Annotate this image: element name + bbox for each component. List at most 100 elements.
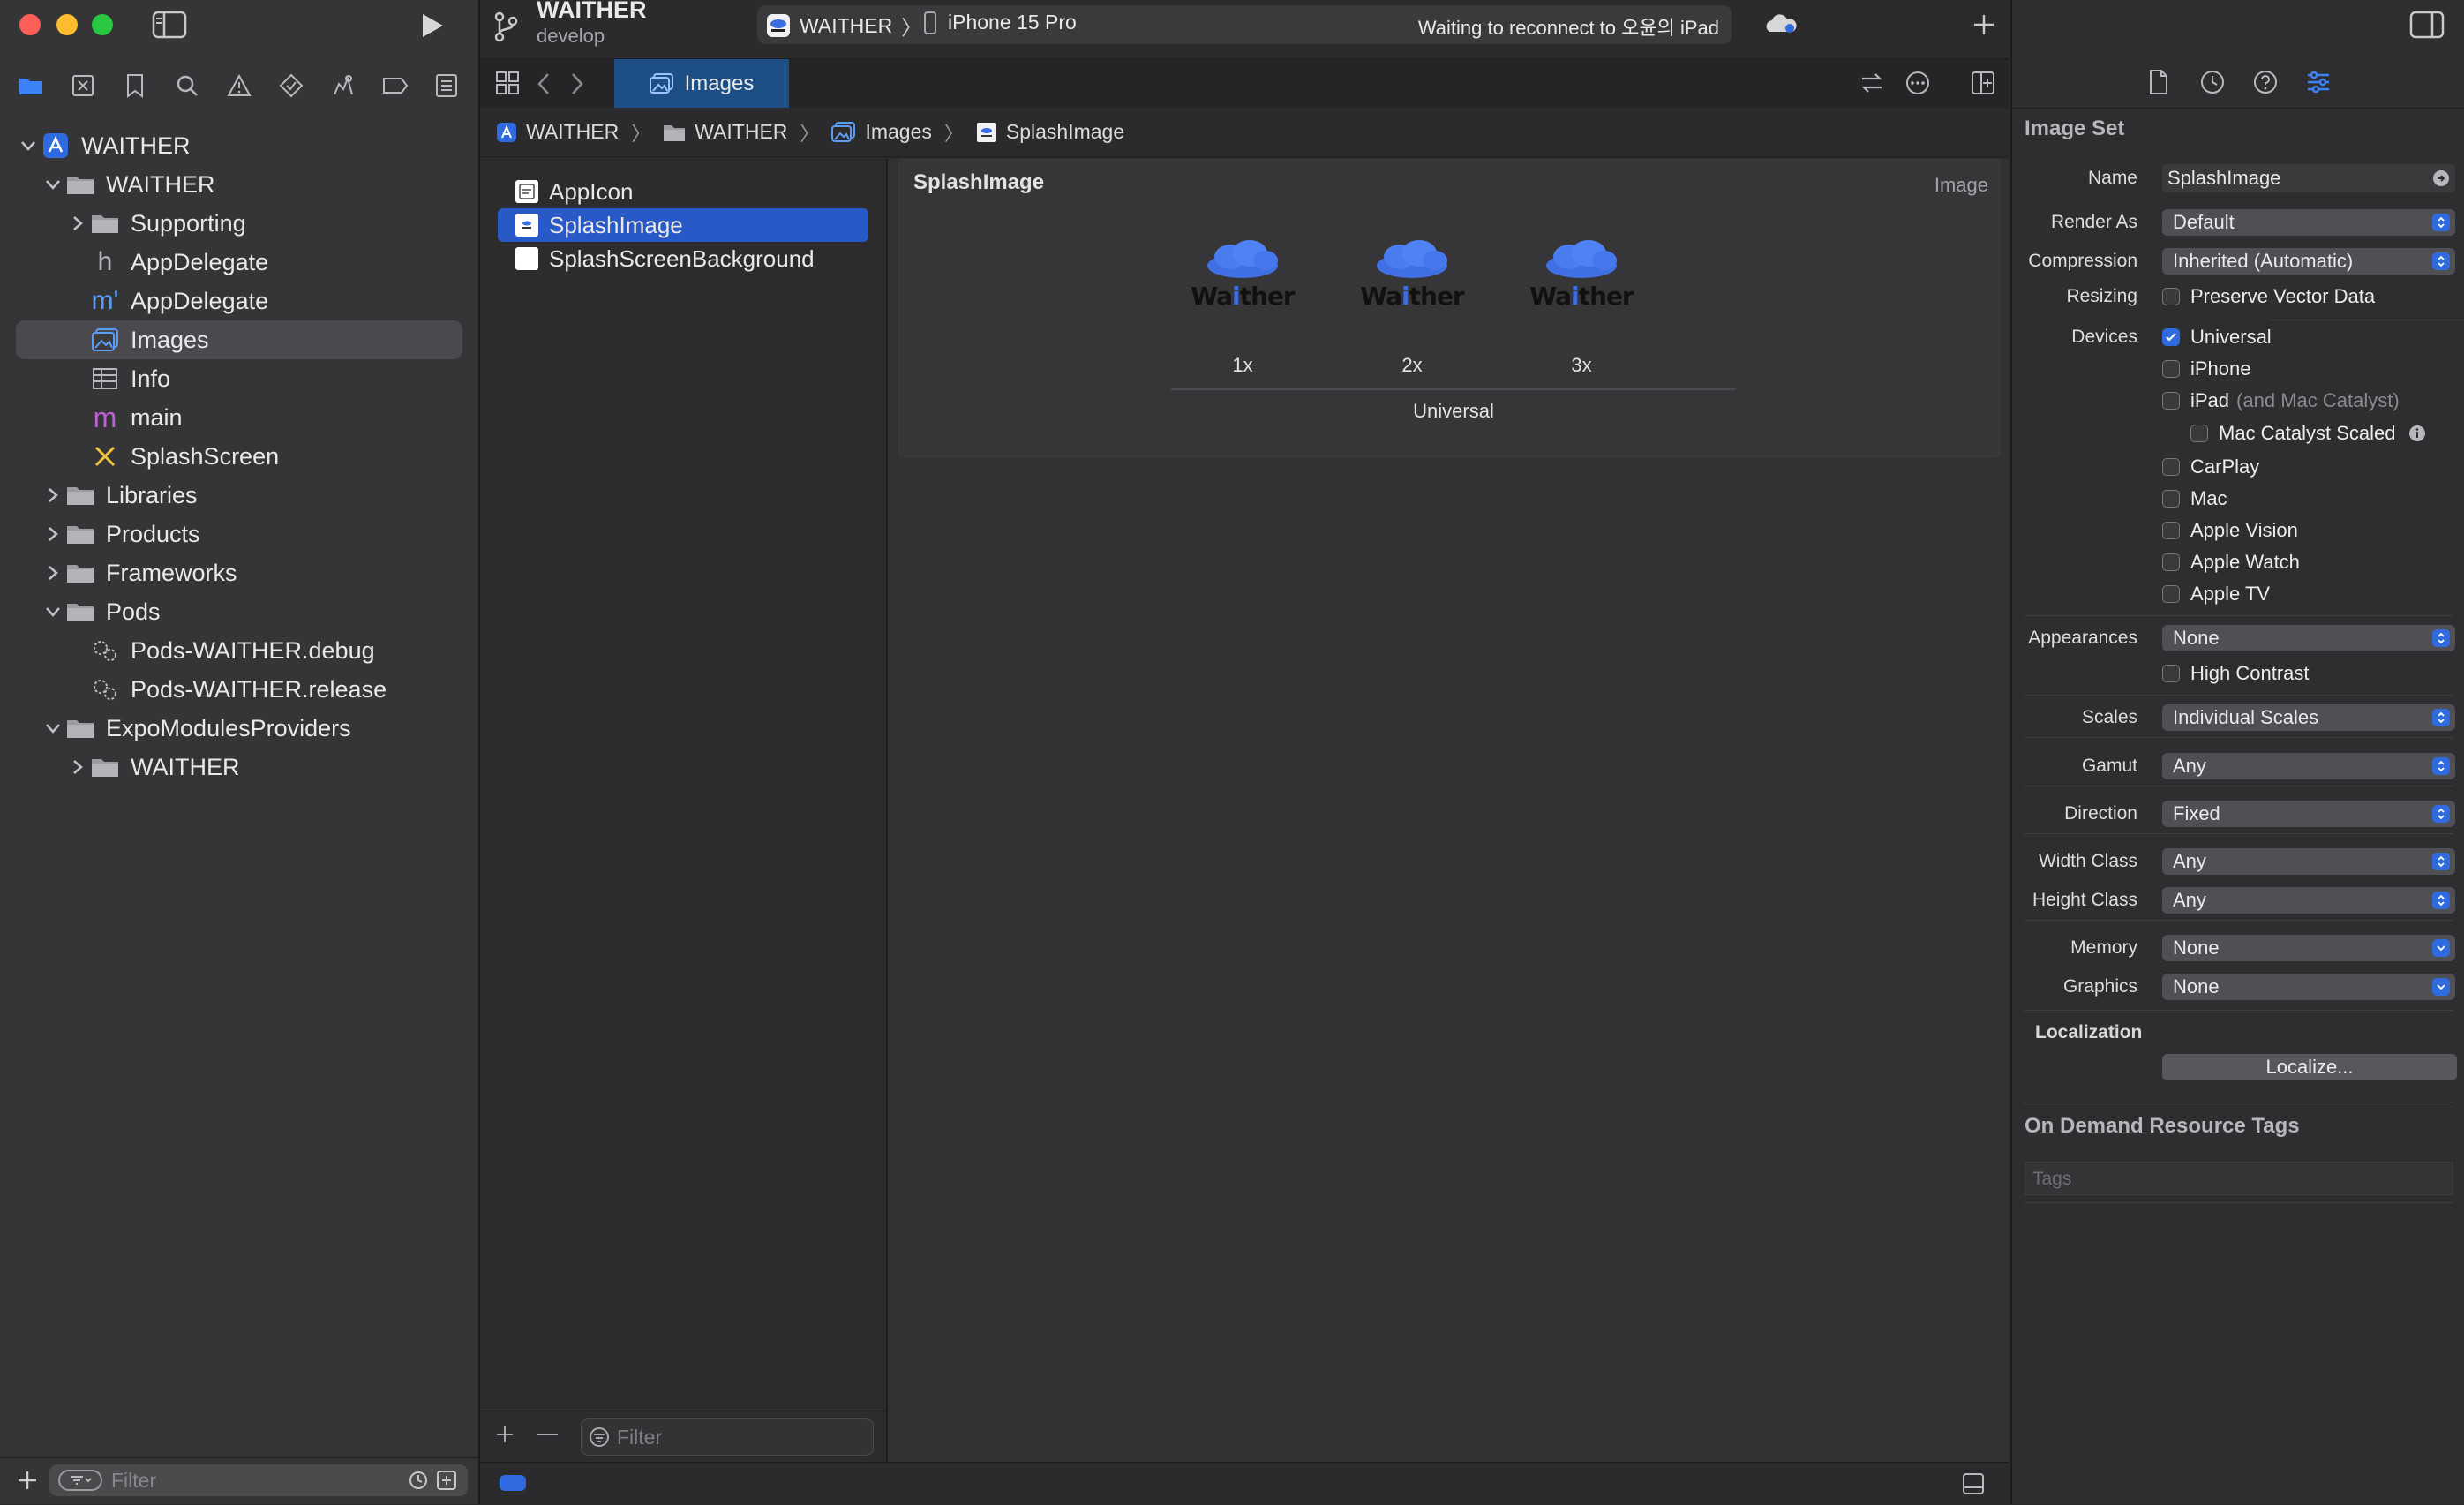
tree-row-group[interactable]: ExpoModulesProviders xyxy=(0,709,478,748)
tree-row-file[interactable]: h AppDelegate xyxy=(0,243,478,282)
tree-row-file[interactable]: Info xyxy=(0,359,478,398)
device-universal-checkbox[interactable]: Universal xyxy=(2162,324,2272,350)
tab-images[interactable]: Images xyxy=(614,59,789,109)
help-inspector-icon[interactable] xyxy=(2252,69,2279,95)
chevron-down-icon[interactable] xyxy=(41,172,65,197)
history-inspector-icon[interactable] xyxy=(2199,69,2226,95)
device-status-icon[interactable] xyxy=(1765,12,1799,37)
device-apple-watch-checkbox[interactable]: Apple Watch xyxy=(2162,549,2300,576)
folder-navigator-icon[interactable] xyxy=(16,71,46,101)
recent-files-icon[interactable] xyxy=(408,1470,429,1491)
device-carplay-checkbox[interactable]: CarPlay xyxy=(2162,454,2259,480)
render-as-popup[interactable]: Default xyxy=(2162,209,2455,236)
tags-field[interactable]: Tags xyxy=(2025,1162,2453,1195)
forward-icon[interactable] xyxy=(568,71,586,96)
device-apple-vision-checkbox[interactable]: Apple Vision xyxy=(2162,517,2298,544)
direction-popup[interactable]: Fixed xyxy=(2162,801,2455,827)
device-apple-tv-checkbox[interactable]: Apple TV xyxy=(2162,581,2270,607)
attributes-inspector-icon[interactable] xyxy=(2305,69,2332,95)
tree-row-file[interactable]: m main xyxy=(0,398,478,437)
chevron-right-icon[interactable] xyxy=(41,561,65,585)
run-button[interactable] xyxy=(417,11,447,41)
gamut-popup[interactable]: Any xyxy=(2162,753,2455,779)
sidebar-toggle-icon[interactable] xyxy=(152,11,187,39)
tree-row-group[interactable]: Pods xyxy=(0,592,478,631)
issue-navigator-icon[interactable] xyxy=(224,71,254,101)
chevron-down-icon[interactable] xyxy=(41,716,65,741)
asset-item[interactable]: SplashImage xyxy=(498,208,868,242)
add-library-item-icon[interactable] xyxy=(1972,12,1996,37)
tree-row-group[interactable]: Supporting xyxy=(0,204,478,243)
tree-row-file[interactable]: Pods-WAITHER.release xyxy=(0,670,478,709)
asset-item[interactable]: SplashScreenBackground xyxy=(498,242,868,275)
scheme-indicator-icon[interactable] xyxy=(500,1475,526,1491)
image-slot-3x[interactable]: Waither xyxy=(1515,239,1648,372)
name-field[interactable]: SplashImage xyxy=(2162,164,2455,192)
tree-row-group[interactable]: WAITHER xyxy=(0,165,478,204)
tree-row-file[interactable]: Pods-WAITHER.debug xyxy=(0,631,478,670)
image-slot-2x[interactable]: Waither xyxy=(1346,239,1478,372)
filter-options-icon[interactable] xyxy=(58,1470,102,1491)
tree-row-group[interactable]: Libraries xyxy=(0,476,478,515)
debug-navigator-icon[interactable] xyxy=(328,71,358,101)
graphics-popup[interactable]: None xyxy=(2162,974,2455,1000)
file-inspector-icon[interactable] xyxy=(2148,69,2169,95)
scales-popup[interactable]: Individual Scales xyxy=(2162,704,2455,731)
more-options-icon[interactable] xyxy=(1904,70,1931,96)
bookmark-navigator-icon[interactable] xyxy=(120,71,150,101)
breadcrumb-project[interactable]: WAITHER xyxy=(496,120,619,144)
remove-asset-icon[interactable] xyxy=(535,1424,560,1445)
high-contrast-checkbox[interactable]: High Contrast xyxy=(2162,660,2310,687)
breadcrumb-group[interactable]: WAITHER xyxy=(663,120,787,144)
tree-row-group[interactable]: Products xyxy=(0,515,478,553)
chevron-right-icon[interactable] xyxy=(65,755,90,779)
height-class-popup[interactable]: Any xyxy=(2162,887,2455,914)
appearances-popup[interactable]: None xyxy=(2162,625,2455,651)
add-icon[interactable] xyxy=(16,1469,39,1492)
device-mac-catalyst-scaled-checkbox[interactable]: Mac Catalyst Scaled xyxy=(2190,420,2426,447)
inspector-toggle-icon[interactable] xyxy=(2409,11,2445,39)
close-window-button[interactable] xyxy=(19,14,41,35)
device-iphone-checkbox[interactable]: iPhone xyxy=(2162,356,2251,382)
tree-row-group[interactable]: Frameworks xyxy=(0,553,478,592)
debug-area-toggle-icon[interactable] xyxy=(1961,1471,1986,1496)
tree-row-file[interactable]: m' AppDelegate xyxy=(0,282,478,320)
test-navigator-icon[interactable] xyxy=(276,71,306,101)
asset-filter-field[interactable]: Filter xyxy=(581,1418,874,1456)
back-icon[interactable] xyxy=(535,71,552,96)
width-class-popup[interactable]: Any xyxy=(2162,848,2455,875)
image-slot-1x[interactable]: Waither xyxy=(1176,239,1309,372)
chevron-right-icon[interactable] xyxy=(41,483,65,508)
tree-row-group[interactable]: WAITHER xyxy=(0,748,478,786)
add-asset-icon[interactable] xyxy=(494,1424,515,1445)
swap-editor-icon[interactable] xyxy=(1859,70,1885,96)
breadcrumb-catalog[interactable]: Images xyxy=(831,120,932,144)
preserve-vector-checkbox[interactable]: Preserve Vector Data xyxy=(2162,283,2375,310)
chevron-right-icon[interactable] xyxy=(65,211,90,236)
tree-row-file[interactable]: SplashScreen xyxy=(0,437,478,476)
chevron-down-icon[interactable] xyxy=(41,599,65,624)
breadcrumb-asset[interactable]: SplashImage xyxy=(976,120,1124,144)
name-field-action-icon[interactable] xyxy=(2432,169,2450,187)
compression-popup[interactable]: Inherited (Automatic) xyxy=(2162,248,2455,275)
zoom-window-button[interactable] xyxy=(92,14,113,35)
breakpoint-navigator-icon[interactable] xyxy=(380,71,410,101)
add-editor-icon[interactable] xyxy=(1970,70,1996,96)
minimize-window-button[interactable] xyxy=(56,14,78,35)
related-items-icon[interactable] xyxy=(494,70,521,96)
branch-name[interactable]: develop xyxy=(537,25,605,48)
chevron-right-icon[interactable] xyxy=(41,522,65,546)
device-mac-checkbox[interactable]: Mac xyxy=(2162,485,2227,512)
image-set-title[interactable]: SplashImage xyxy=(913,170,1044,195)
localize-button[interactable]: Localize... xyxy=(2162,1054,2457,1080)
report-navigator-icon[interactable] xyxy=(432,71,462,101)
source-control-navigator-icon[interactable] xyxy=(68,71,98,101)
memory-popup[interactable]: None xyxy=(2162,935,2455,961)
tree-row-project[interactable]: WAITHER xyxy=(0,126,478,165)
tree-row-file[interactable]: Images xyxy=(16,320,462,359)
info-icon[interactable] xyxy=(2408,425,2426,442)
run-destination-selector[interactable]: iPhone 15 Pro xyxy=(923,11,1077,34)
asset-item[interactable]: AppIcon xyxy=(498,175,868,208)
device-ipad-checkbox[interactable]: iPad (and Mac Catalyst) xyxy=(2162,388,2400,414)
find-navigator-icon[interactable] xyxy=(172,71,202,101)
